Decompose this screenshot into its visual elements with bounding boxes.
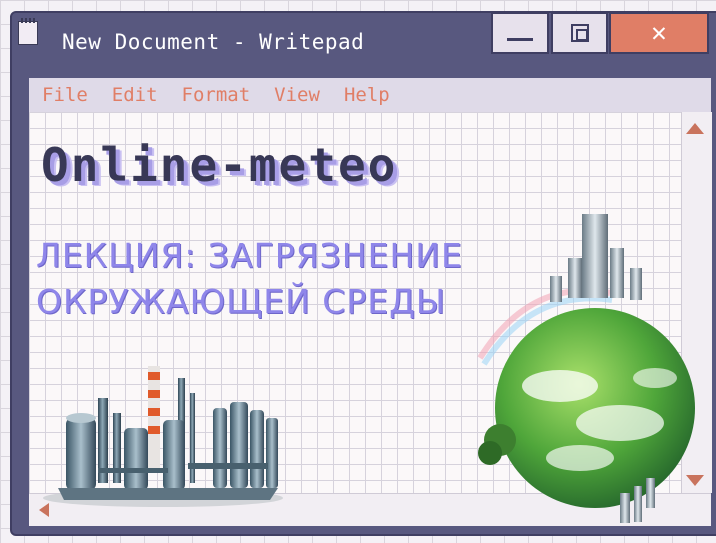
menu-bar: File Edit Format View Help [29,78,711,112]
subtitle-line-2: ОКРУЖАЮЩЕЙ СРЕДЫ [36,282,446,321]
window-title: New Document - Writepad [62,30,365,54]
factory-illustration [43,366,283,507]
minimize-button[interactable] [491,12,549,54]
subtitle-line-1: ЛЕКЦИЯ: ЗАГРЯЗНЕНИЕ [36,236,463,275]
scroll-up-arrow-icon[interactable] [686,123,704,134]
notepad-icon [18,18,38,45]
menu-file[interactable]: File [29,84,99,106]
earth-globe-illustration [477,214,695,523]
maximize-icon [570,24,589,42]
menu-edit[interactable]: Edit [99,84,169,106]
menu-view[interactable]: View [261,84,331,106]
close-icon: ✕ [651,18,667,48]
minimize-icon [507,37,533,41]
menu-help[interactable]: Help [331,84,401,106]
maximize-button[interactable] [551,12,608,54]
menu-format[interactable]: Format [169,84,262,106]
headline: Online-meteo [41,138,398,192]
close-button[interactable]: ✕ [609,12,709,54]
